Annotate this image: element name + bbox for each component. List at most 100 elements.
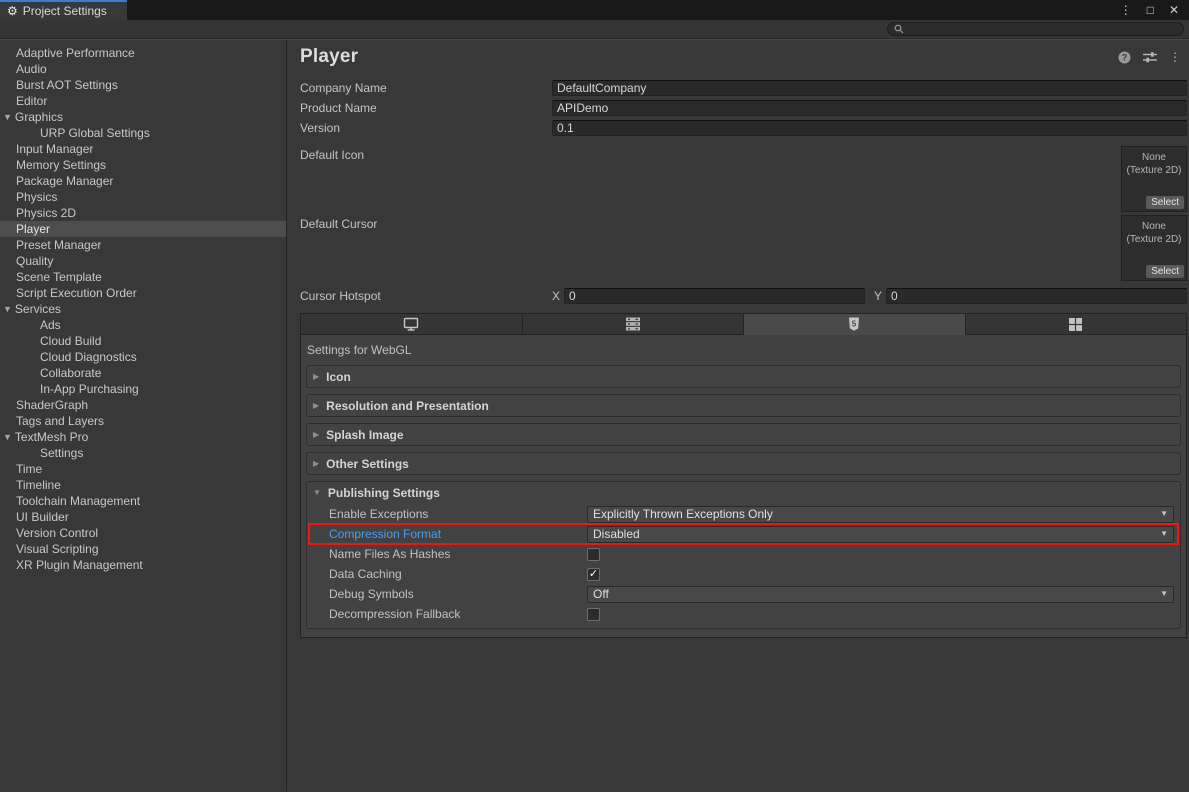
publishing-settings-header[interactable]: ▼ Publishing Settings	[307, 482, 1180, 504]
platform-tab-dedicated-server[interactable]	[523, 313, 745, 335]
decompression-fallback-checkbox[interactable]	[587, 608, 600, 621]
sidebar-item-urp-global-settings[interactable]: URP Global Settings	[0, 125, 286, 141]
sidebar-item-version-control[interactable]: Version Control	[0, 525, 286, 541]
sidebar-item-settings[interactable]: Settings	[0, 445, 286, 461]
foldout-closed-icon: ▶	[313, 373, 319, 381]
sidebar-item-label: In-App Purchasing	[40, 382, 139, 396]
close-icon[interactable]: ✕	[1169, 4, 1179, 16]
compression-format-label: Compression Format	[329, 527, 587, 541]
sidebar-item-label: Cloud Build	[40, 334, 101, 348]
data-caching-checkbox[interactable]: ✓	[587, 568, 600, 581]
maximize-icon[interactable]: □	[1147, 4, 1154, 16]
sidebar-item-label: Version Control	[16, 526, 98, 540]
default-cursor-select-button[interactable]: Select	[1146, 265, 1184, 278]
version-field[interactable]	[552, 120, 1187, 136]
platform-tab-webgl[interactable]: 5	[744, 313, 966, 335]
debug-symbols-dropdown[interactable]: Off ▼	[587, 586, 1174, 603]
default-icon-slot[interactable]: None (Texture 2D) Select	[1121, 146, 1187, 212]
sidebar-item-cloud-build[interactable]: Cloud Build	[0, 333, 286, 349]
settings-sidebar: Adaptive PerformanceAudioBurst AOT Setti…	[0, 40, 287, 791]
sidebar-item-tags-and-layers[interactable]: Tags and Layers	[0, 413, 286, 429]
presets-icon[interactable]	[1143, 51, 1157, 63]
window-menu-icon[interactable]: ⋮	[1120, 4, 1132, 16]
sidebar-item-player[interactable]: Player	[0, 221, 286, 237]
enable-exceptions-value: Explicitly Thrown Exceptions Only	[593, 507, 773, 521]
section-other-settings[interactable]: ▶ Other Settings	[306, 452, 1181, 475]
name-files-as-hashes-row: Name Files As Hashes	[307, 544, 1180, 564]
svg-text:?: ?	[1122, 52, 1128, 62]
default-icon-label: Default Icon	[300, 146, 1187, 162]
name-files-as-hashes-checkbox[interactable]	[587, 548, 600, 561]
name-files-as-hashes-label: Name Files As Hashes	[329, 547, 587, 561]
page-title: Player	[300, 46, 358, 68]
section-splash-image[interactable]: ▶ Splash Image	[306, 423, 1181, 446]
sidebar-item-in-app-purchasing[interactable]: In-App Purchasing	[0, 381, 286, 397]
company-name-field[interactable]	[552, 80, 1187, 96]
sidebar-item-label: Input Manager	[16, 142, 93, 156]
sidebar-item-package-manager[interactable]: Package Manager	[0, 173, 286, 189]
svg-text:5: 5	[852, 319, 857, 328]
decompression-fallback-row: Decompression Fallback	[307, 604, 1180, 624]
section-resolution-title: Resolution and Presentation	[326, 399, 489, 413]
sidebar-item-graphics[interactable]: ▼Graphics	[0, 109, 286, 125]
sidebar-item-ads[interactable]: Ads	[0, 317, 286, 333]
compression-format-value: Disabled	[593, 527, 640, 541]
sidebar-item-label: Preset Manager	[16, 238, 101, 252]
sidebar-item-editor[interactable]: Editor	[0, 93, 286, 109]
compression-format-dropdown[interactable]: Disabled ▼	[587, 526, 1174, 543]
sidebar-item-quality[interactable]: Quality	[0, 253, 286, 269]
sidebar-item-collaborate[interactable]: Collaborate	[0, 365, 286, 381]
sidebar-item-label: Cloud Diagnostics	[40, 350, 137, 364]
platform-tab-desktop[interactable]	[300, 313, 523, 335]
sidebar-item-timeline[interactable]: Timeline	[0, 477, 286, 493]
sidebar-item-label: URP Global Settings	[40, 126, 150, 140]
sidebar-item-audio[interactable]: Audio	[0, 61, 286, 77]
foldout-closed-icon: ▶	[313, 460, 319, 468]
hotspot-x-label: X	[552, 289, 560, 303]
sidebar-item-cloud-diagnostics[interactable]: Cloud Diagnostics	[0, 349, 286, 365]
sidebar-item-burst-aot-settings[interactable]: Burst AOT Settings	[0, 77, 286, 93]
hotspot-y-field[interactable]	[886, 288, 1187, 304]
platform-tabstrip: 5	[300, 313, 1187, 335]
tab-project-settings[interactable]: ⚙ Project Settings	[0, 0, 127, 20]
sidebar-item-physics[interactable]: Physics	[0, 189, 286, 205]
enable-exceptions-row: Enable Exceptions Explicitly Thrown Exce…	[307, 504, 1180, 524]
sidebar-item-label: Script Execution Order	[16, 286, 137, 300]
sidebar-item-preset-manager[interactable]: Preset Manager	[0, 237, 286, 253]
sidebar-item-time[interactable]: Time	[0, 461, 286, 477]
sidebar-item-physics-2d[interactable]: Physics 2D	[0, 205, 286, 221]
foldout-open-icon: ▼	[3, 305, 12, 314]
help-icon[interactable]: ?	[1118, 51, 1131, 64]
sidebar-item-script-execution-order[interactable]: Script Execution Order	[0, 285, 286, 301]
sidebar-item-input-manager[interactable]: Input Manager	[0, 141, 286, 157]
default-icon-select-button[interactable]: Select	[1146, 196, 1184, 209]
enable-exceptions-dropdown[interactable]: Explicitly Thrown Exceptions Only ▼	[587, 506, 1174, 523]
window-controls: ⋮ □ ✕	[1120, 0, 1189, 20]
title-bar: ⚙ Project Settings ⋮ □ ✕	[0, 0, 1189, 20]
sidebar-item-adaptive-performance[interactable]: Adaptive Performance	[0, 45, 286, 61]
player-settings-panel: Player ? ⋮ Company Name	[287, 40, 1189, 791]
sidebar-item-toolchain-management[interactable]: Toolchain Management	[0, 493, 286, 509]
sidebar-item-services[interactable]: ▼Services	[0, 301, 286, 317]
product-name-field[interactable]	[552, 100, 1187, 116]
sidebar-item-ui-builder[interactable]: UI Builder	[0, 509, 286, 525]
section-resolution-and-presentation[interactable]: ▶ Resolution and Presentation	[306, 394, 1181, 417]
sidebar-item-label: Ads	[40, 318, 61, 332]
sidebar-item-xr-plugin-management[interactable]: XR Plugin Management	[0, 557, 286, 573]
hotspot-x-field[interactable]	[564, 288, 865, 304]
sidebar-item-textmesh-pro[interactable]: ▼TextMesh Pro	[0, 429, 286, 445]
section-icon[interactable]: ▶ Icon	[306, 365, 1181, 388]
default-cursor-label: Default Cursor	[300, 215, 1187, 231]
search-box[interactable]	[887, 22, 1184, 36]
search-input[interactable]	[908, 23, 1177, 35]
windows-store-icon	[1069, 318, 1082, 331]
search-icon	[894, 24, 904, 34]
default-cursor-slot[interactable]: None (Texture 2D) Select	[1121, 215, 1187, 281]
sidebar-item-scene-template[interactable]: Scene Template	[0, 269, 286, 285]
sidebar-item-memory-settings[interactable]: Memory Settings	[0, 157, 286, 173]
sidebar-item-visual-scripting[interactable]: Visual Scripting	[0, 541, 286, 557]
panel-menu-icon[interactable]: ⋮	[1169, 50, 1181, 64]
sidebar-item-shadergraph[interactable]: ShaderGraph	[0, 397, 286, 413]
toolbar	[0, 20, 1189, 39]
platform-tab-windows-store[interactable]	[966, 313, 1188, 335]
